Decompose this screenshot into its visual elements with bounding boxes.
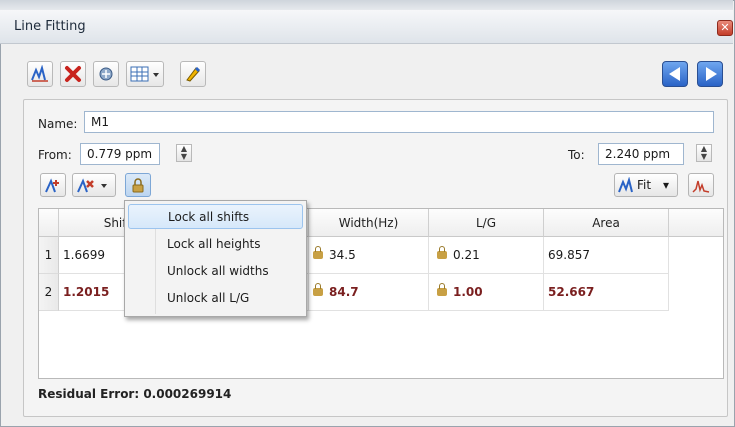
peak-add-button[interactable] bbox=[40, 173, 66, 197]
lock-icon bbox=[132, 178, 144, 193]
column-header-filler bbox=[669, 209, 723, 237]
from-label: From: bbox=[38, 148, 72, 162]
next-icon bbox=[706, 67, 717, 81]
cell-width-value: 34.5 bbox=[329, 248, 356, 262]
lock-icon[interactable] bbox=[437, 283, 447, 296]
spectrum-icon bbox=[692, 180, 710, 193]
pen-icon bbox=[186, 66, 201, 82]
row-header[interactable]: 2 bbox=[39, 274, 59, 311]
auto-pick-icon bbox=[99, 67, 113, 81]
menu-item-lock-all-heights[interactable]: Lock all heights bbox=[128, 232, 303, 257]
from-field[interactable]: 0.779 ppm bbox=[80, 143, 160, 165]
table-corner bbox=[39, 209, 59, 237]
to-field[interactable]: 2.240 ppm bbox=[598, 143, 684, 165]
next-button[interactable] bbox=[697, 61, 723, 87]
cell-area[interactable]: 69.857 bbox=[544, 237, 669, 274]
lock-icon[interactable] bbox=[313, 283, 323, 296]
pen-button[interactable] bbox=[180, 61, 206, 87]
cell-lg-value: 1.00 bbox=[453, 285, 483, 299]
fit-lines-icon bbox=[31, 65, 48, 82]
column-header-lg[interactable]: L/G bbox=[429, 209, 544, 237]
lock-icon[interactable] bbox=[313, 246, 323, 259]
name-field[interactable]: M1 bbox=[84, 111, 714, 133]
peak-remove-icon bbox=[77, 178, 107, 193]
window-top-strip bbox=[0, 0, 733, 10]
lock-dropdown-menu: Lock all shifts Lock all heights Unlock … bbox=[124, 200, 307, 317]
delete-icon bbox=[65, 66, 81, 82]
peak-remove-button[interactable] bbox=[72, 173, 116, 197]
close-button[interactable]: ✕ bbox=[717, 20, 733, 36]
cell-width[interactable]: 84.7 bbox=[309, 274, 429, 311]
menu-item-lock-all-shifts[interactable]: Lock all shifts bbox=[128, 204, 303, 229]
spectrum-button[interactable] bbox=[688, 173, 714, 197]
title-bar bbox=[0, 10, 733, 44]
to-stepper[interactable]: ▲ ▼ bbox=[696, 144, 712, 162]
to-label: To: bbox=[568, 148, 585, 162]
lock-icon[interactable] bbox=[437, 246, 447, 259]
menu-item-unlock-all-widths[interactable]: Unlock all widths bbox=[128, 259, 303, 284]
cell-lg[interactable]: 0.21 bbox=[429, 237, 544, 274]
column-header-width[interactable]: Width(Hz) bbox=[309, 209, 429, 237]
name-label: Name: bbox=[38, 117, 78, 131]
cell-width[interactable]: 34.5 bbox=[309, 237, 429, 274]
lock-menu-button[interactable] bbox=[125, 173, 151, 197]
fit-icon bbox=[618, 177, 633, 193]
residual-error: Residual Error: 0.000269914 bbox=[38, 387, 232, 401]
cell-width-value: 84.7 bbox=[329, 285, 359, 299]
table-layout-button[interactable] bbox=[126, 61, 164, 87]
window-title: Line Fitting bbox=[14, 19, 86, 34]
cell-lg-value: 0.21 bbox=[453, 248, 480, 262]
previous-button[interactable] bbox=[662, 61, 688, 87]
from-stepper[interactable]: ▲ ▼ bbox=[176, 144, 192, 162]
menu-item-unlock-all-lg[interactable]: Unlock all L/G bbox=[128, 286, 303, 311]
peak-add-icon bbox=[45, 178, 59, 193]
row-header[interactable]: 1 bbox=[39, 237, 59, 274]
cell-lg[interactable]: 1.00 bbox=[429, 274, 544, 311]
column-header-area[interactable]: Area bbox=[544, 209, 669, 237]
fit-dropdown-arrow: ▾ bbox=[663, 178, 670, 192]
table-layout-icon bbox=[130, 66, 159, 82]
fit-button[interactable]: Fit ▾ bbox=[614, 173, 678, 197]
cell-area[interactable]: 52.667 bbox=[544, 274, 669, 311]
delete-button[interactable] bbox=[60, 61, 86, 87]
fit-label: Fit bbox=[637, 178, 652, 192]
previous-icon bbox=[669, 67, 680, 81]
fit-lines-button[interactable] bbox=[27, 61, 53, 87]
auto-pick-button[interactable] bbox=[93, 61, 119, 87]
